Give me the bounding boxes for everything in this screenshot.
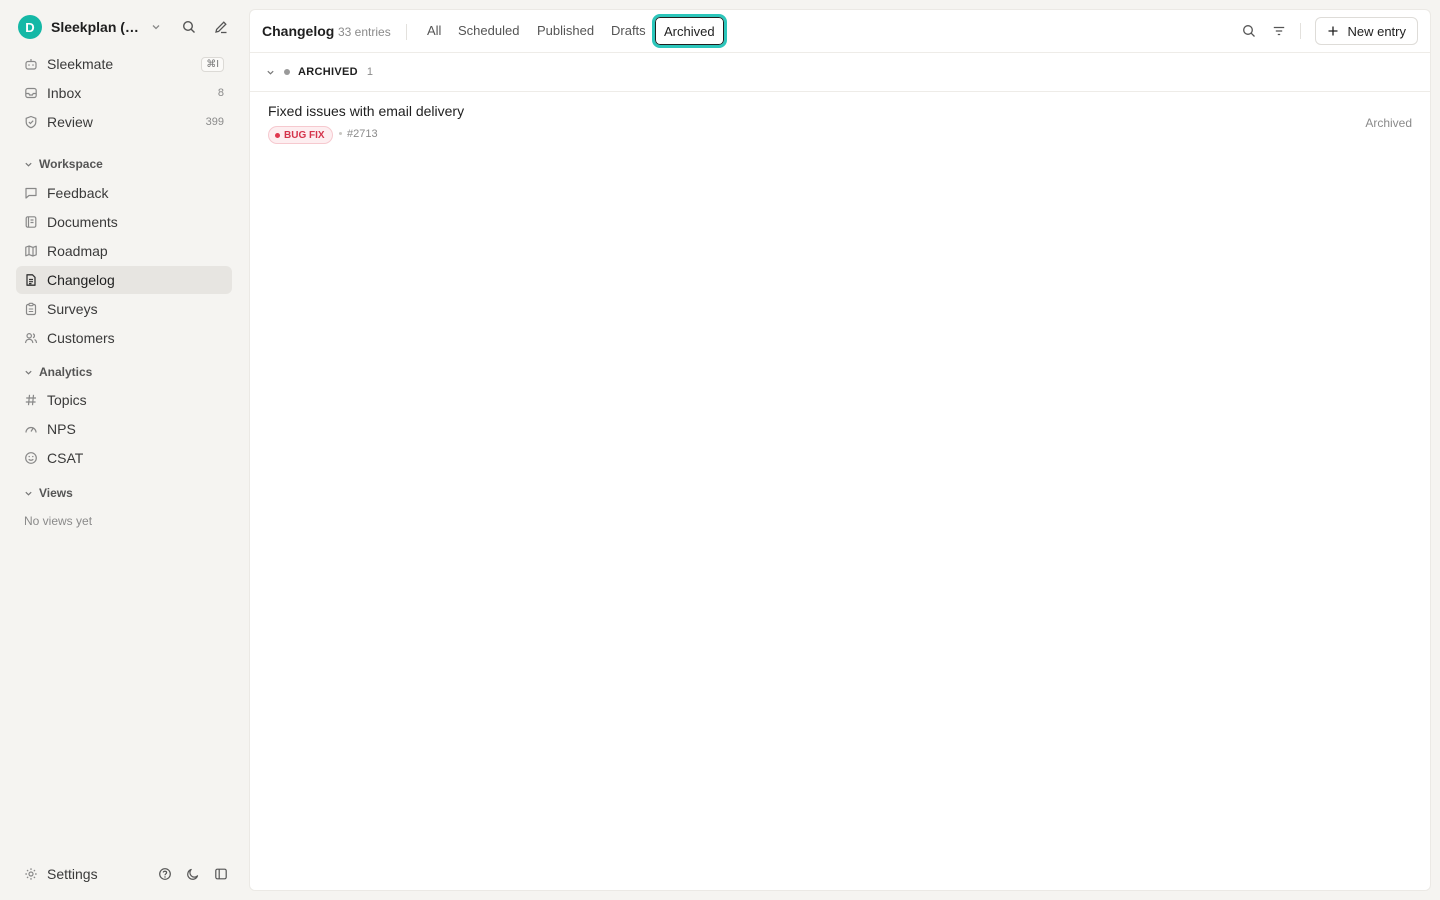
sidebar-item-documents[interactable]: Documents	[16, 208, 232, 236]
sidebar-item-roadmap[interactable]: Roadmap	[16, 237, 232, 265]
chevron-down-icon	[25, 370, 32, 375]
plus-icon	[1328, 26, 1338, 36]
tab-archived[interactable]: Archived	[652, 14, 727, 48]
chevron-down-icon	[25, 162, 32, 167]
sidebar-item-surveys[interactable]: Surveys	[16, 295, 232, 323]
tab-scheduled[interactable]: Scheduled	[458, 23, 519, 38]
tag-label: BUG FIX	[284, 129, 325, 141]
map-icon	[24, 244, 38, 258]
compose-icon[interactable]	[210, 16, 232, 38]
settings-link[interactable]: Settings	[47, 866, 98, 882]
group-count: 1	[366, 66, 373, 78]
section-toggle-workspace[interactable]: Workspace	[24, 156, 103, 172]
workspace-avatar[interactable]: D	[18, 15, 42, 39]
sidebar-item-label: Sleekmate	[47, 56, 114, 72]
tab-all[interactable]: All	[427, 23, 441, 38]
chevron-down-icon	[25, 491, 32, 496]
smile-icon	[24, 451, 38, 465]
views-empty-text: No views yet	[24, 514, 93, 528]
section-label: Views	[39, 486, 73, 500]
entry-title[interactable]: Fixed issues with email delivery	[268, 103, 464, 119]
workspace-name[interactable]: Sleekplan (D...	[51, 19, 143, 35]
help-icon[interactable]	[154, 863, 176, 885]
divider	[406, 24, 407, 40]
section-label: Analytics	[39, 365, 93, 379]
new-entry-button[interactable]: New entry	[1315, 17, 1418, 45]
sidebar-item-label: Roadmap	[47, 243, 108, 259]
gauge-icon	[24, 422, 38, 436]
sidebar-item-label: NPS	[47, 421, 76, 437]
tab-published[interactable]: Published	[537, 23, 594, 38]
topbar: Changelog 33 entries All Scheduled Publi…	[250, 10, 1430, 53]
sidebar-item-label: Documents	[47, 214, 118, 230]
settings-row: Settings	[16, 860, 232, 888]
gear-icon[interactable]	[24, 867, 38, 881]
list-item[interactable]: Fixed issues with email delivery BUG FIX…	[250, 93, 1430, 153]
entry-count: 33 entries	[338, 25, 391, 39]
shortcut-badge: ⌘I	[201, 56, 224, 72]
sidebar-item-label: Surveys	[47, 301, 98, 317]
group-label: ARCHIVED	[298, 66, 358, 78]
inbox-icon	[24, 86, 38, 100]
book-icon	[24, 215, 38, 229]
separator-dot	[339, 132, 342, 135]
count-badge: 399	[205, 116, 224, 128]
tab-drafts[interactable]: Drafts	[611, 23, 646, 38]
tag-badge: BUG FIX	[268, 126, 333, 144]
chevron-down-icon	[267, 70, 274, 75]
bot-icon	[24, 57, 38, 71]
moon-icon[interactable]	[182, 863, 204, 885]
group-header-archived[interactable]: ARCHIVED 1	[250, 53, 1430, 92]
section-toggle-analytics[interactable]: Analytics	[24, 364, 92, 380]
sidebar-item-label: Inbox	[47, 85, 82, 101]
sidebar-item-feedback[interactable]: Feedback	[16, 179, 232, 207]
main-panel: Changelog 33 entries All Scheduled Publi…	[249, 9, 1431, 891]
sidebar-item-nps[interactable]: NPS	[16, 415, 232, 443]
new-entry-label: New entry	[1347, 23, 1406, 39]
entry-id: #2713	[347, 128, 378, 140]
sidebar-item-csat[interactable]: CSAT	[16, 444, 232, 472]
message-square-icon	[24, 186, 38, 200]
shield-check-icon	[24, 115, 38, 129]
chevron-down-icon[interactable]	[151, 22, 161, 32]
clipboard-icon	[24, 302, 38, 316]
sidebar-item-label: Feedback	[47, 185, 109, 201]
sidebar-item-topics[interactable]: Topics	[16, 386, 232, 414]
search-icon[interactable]	[178, 16, 200, 38]
hash-icon	[24, 393, 38, 407]
sidebar-item-changelog[interactable]: Changelog	[16, 266, 232, 294]
file-text-icon	[24, 273, 38, 287]
page-title: Changelog	[262, 23, 335, 39]
sidebar-item-review[interactable]: Review 399	[16, 108, 232, 136]
tag-dot	[275, 132, 280, 138]
search-icon[interactable]	[1238, 20, 1260, 42]
users-icon	[24, 331, 38, 345]
sidebar: D Sleekplan (D... Sleekmate ⌘I Inbox 8 R…	[0, 0, 248, 900]
divider	[1300, 23, 1302, 39]
sidebar-item-sleekmate[interactable]: Sleekmate ⌘I	[16, 50, 232, 78]
sidebar-item-label: Changelog	[47, 272, 115, 288]
sidebar-item-customers[interactable]: Customers	[16, 324, 232, 352]
status-dot	[284, 69, 290, 75]
sidebar-toggle-icon[interactable]	[210, 863, 232, 885]
sidebar-item-label: Review	[47, 114, 93, 130]
sidebar-item-label: Topics	[47, 392, 87, 408]
sidebar-item-inbox[interactable]: Inbox 8	[16, 79, 232, 107]
status-label: Archived	[1365, 116, 1412, 130]
workspace-header: D Sleekplan (D...	[18, 14, 232, 40]
section-label: Workspace	[39, 157, 103, 171]
section-toggle-views[interactable]: Views	[24, 485, 73, 501]
sidebar-item-label: CSAT	[47, 450, 84, 466]
sidebar-item-label: Customers	[47, 330, 115, 346]
count-badge: 8	[217, 87, 224, 99]
filter-icon[interactable]	[1268, 20, 1290, 42]
